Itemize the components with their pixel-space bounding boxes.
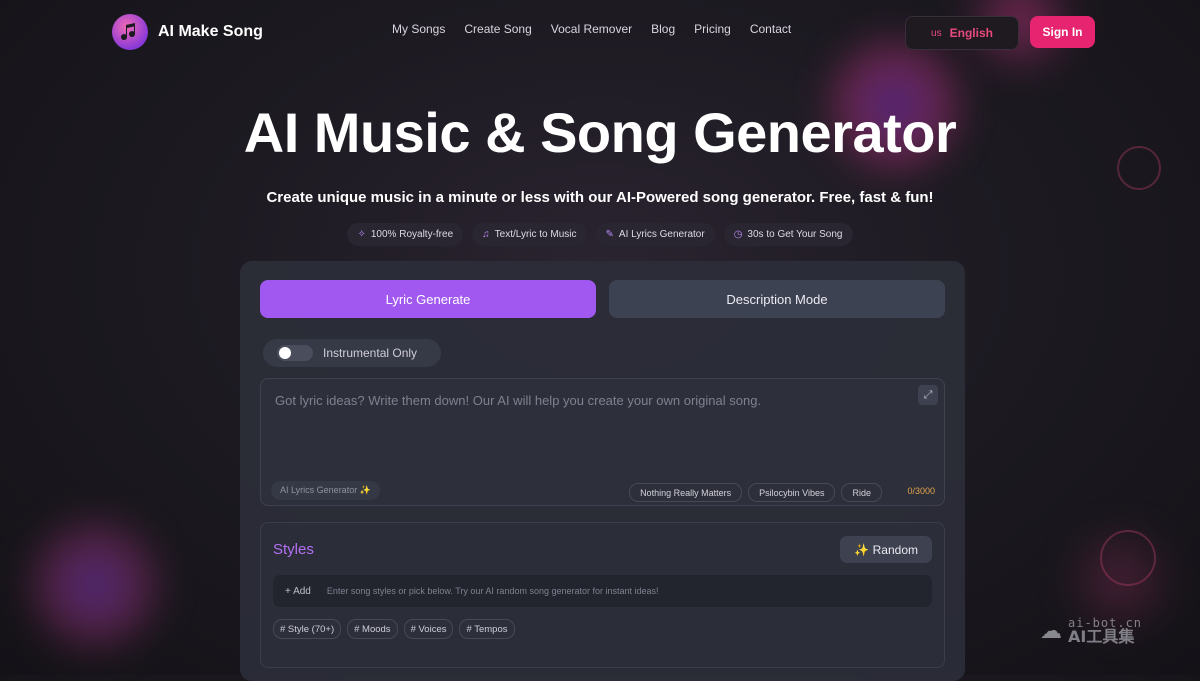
chip-voices[interactable]: # Voices bbox=[403, 619, 454, 639]
music-note-logo-icon bbox=[112, 14, 148, 50]
watermark-name: AI工具集 bbox=[1068, 627, 1135, 646]
decor-glow bbox=[20, 510, 170, 660]
tab-lyric-generate[interactable]: Lyric Generate bbox=[260, 280, 596, 318]
watermark: ☁ ai-bot.cn AI工具集 bbox=[1040, 617, 1142, 645]
stopwatch-icon: ◷ bbox=[733, 229, 743, 240]
decor-ring bbox=[1100, 530, 1156, 586]
expand-icon[interactable]: ⤢ bbox=[918, 385, 938, 405]
main-nav: My Songs Create Song Vocal Remover Blog … bbox=[392, 22, 791, 36]
feature-badge: ✎ AI Lyrics Generator bbox=[595, 223, 715, 246]
tab-description-mode[interactable]: Description Mode bbox=[609, 280, 945, 318]
page-title: AI Music & Song Generator bbox=[243, 101, 957, 164]
brand-name: AI Make Song bbox=[158, 23, 263, 40]
suggestion-chip[interactable]: Nothing Really Matters bbox=[629, 483, 743, 502]
sign-in-button[interactable]: Sign In bbox=[1030, 16, 1095, 48]
nav-vocal-remover[interactable]: Vocal Remover bbox=[551, 22, 632, 36]
feature-label: Text/Lyric to Music bbox=[494, 229, 577, 240]
brand-logo[interactable]: AI Make Song bbox=[112, 14, 263, 50]
chip-style[interactable]: # Style (70+) bbox=[273, 619, 342, 639]
nav-pricing[interactable]: Pricing bbox=[694, 22, 731, 36]
character-counter: 0/3000 bbox=[907, 486, 935, 496]
pen-icon: ✎ bbox=[605, 229, 614, 240]
feature-badge: ♫ Text/Lyric to Music bbox=[472, 223, 587, 246]
feature-badges: ✧ 100% Royalty-free ♫ Text/Lyric to Musi… bbox=[0, 223, 1200, 246]
chip-moods[interactable]: # Moods bbox=[347, 619, 398, 639]
music-note-icon: ♫ bbox=[482, 229, 490, 240]
suggestion-chip[interactable]: Psilocybin Vibes bbox=[748, 483, 836, 502]
instrumental-label: Instrumental Only bbox=[323, 346, 418, 360]
nav-my-songs[interactable]: My Songs bbox=[392, 22, 445, 36]
toggle-switch[interactable] bbox=[277, 345, 313, 361]
random-style-button[interactable]: ✨ Random bbox=[840, 536, 932, 563]
styles-title: Styles bbox=[273, 541, 314, 558]
ai-lyrics-generator-button[interactable]: AI Lyrics Generator ✨ bbox=[271, 481, 380, 500]
styles-panel: Styles ✨ Random + Add # Style (70+) # Mo… bbox=[260, 522, 945, 668]
sparkles-icon: ✧ bbox=[357, 229, 366, 240]
style-input-row: + Add bbox=[273, 575, 932, 607]
language-label: English bbox=[949, 26, 993, 40]
feature-label: 30s to Get Your Song bbox=[747, 229, 843, 240]
nav-create-song[interactable]: Create Song bbox=[464, 22, 531, 36]
instrumental-toggle[interactable]: Instrumental Only bbox=[263, 339, 441, 367]
suggestion-chip[interactable]: Ride bbox=[841, 483, 882, 502]
nav-contact[interactable]: Contact bbox=[750, 22, 791, 36]
lyric-suggestions: Nothing Really Matters Psilocybin Vibes … bbox=[629, 483, 882, 502]
feature-label: AI Lyrics Generator bbox=[618, 229, 705, 240]
style-categories: # Style (70+) # Moods # Voices # Tempos bbox=[273, 619, 515, 639]
lyrics-input[interactable] bbox=[273, 391, 917, 455]
chip-tempos[interactable]: # Tempos bbox=[459, 619, 515, 639]
watermark-logo-icon: ☁ bbox=[1040, 618, 1062, 644]
lyrics-editor: ⤢ AI Lyrics Generator ✨ Nothing Really M… bbox=[260, 378, 945, 506]
generator-card: Lyric Generate Description Mode Instrume… bbox=[240, 261, 965, 681]
site-header: AI Make Song My Songs Create Song Vocal … bbox=[0, 0, 1200, 64]
feature-badge: ✧ 100% Royalty-free bbox=[347, 223, 464, 246]
add-style-button[interactable]: + Add bbox=[285, 586, 311, 597]
language-selector[interactable]: us English bbox=[905, 16, 1019, 50]
style-input[interactable] bbox=[324, 585, 932, 597]
feature-label: 100% Royalty-free bbox=[370, 229, 454, 240]
toggle-knob bbox=[279, 347, 291, 359]
nav-blog[interactable]: Blog bbox=[651, 22, 675, 36]
flag-icon: us bbox=[931, 27, 942, 39]
feature-badge: ◷ 30s to Get Your Song bbox=[723, 223, 853, 246]
page-subtitle: Create unique music in a minute or less … bbox=[266, 189, 934, 206]
